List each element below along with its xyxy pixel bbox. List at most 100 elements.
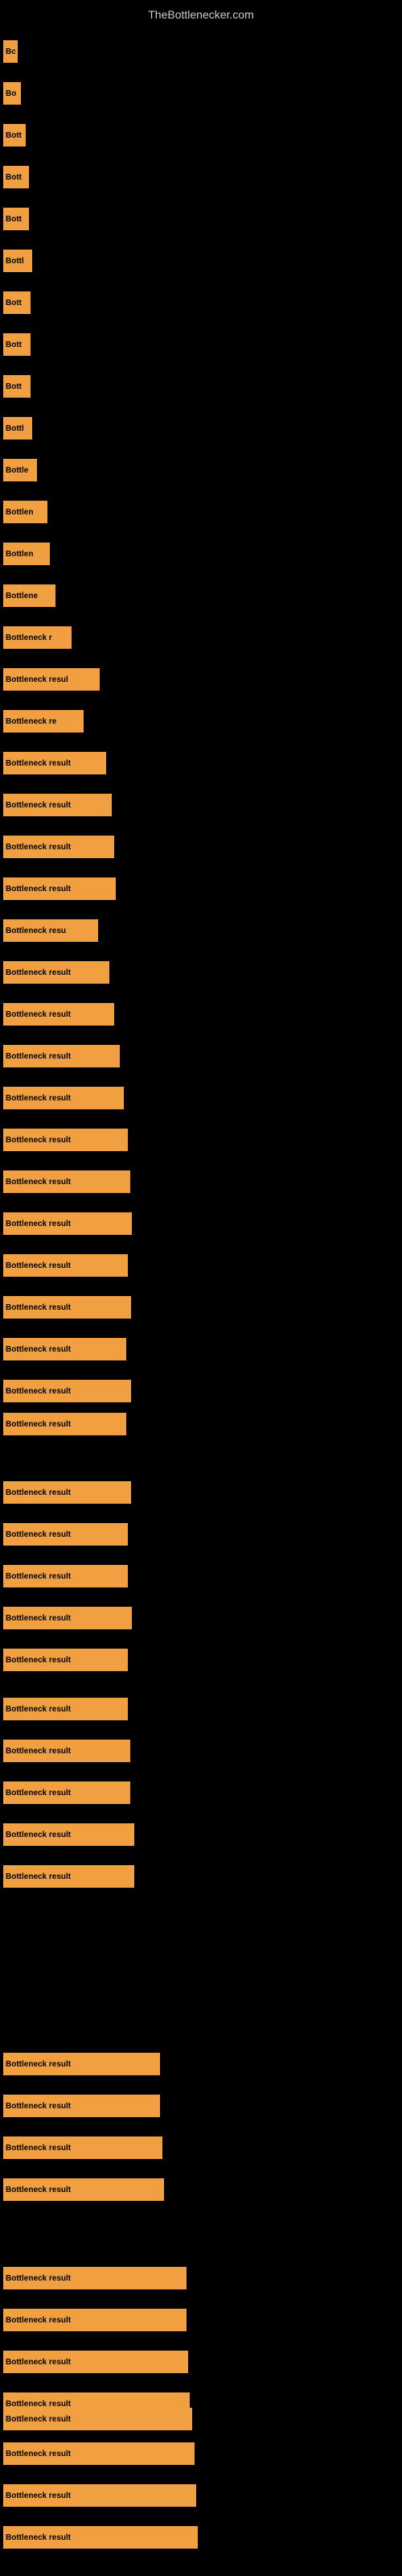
- bar: Bottlene: [3, 584, 55, 607]
- bar-row: Bott: [0, 124, 402, 147]
- bar-row: Bott: [0, 208, 402, 230]
- bar-label: Bottleneck result: [6, 1010, 71, 1019]
- bar-row: Bottleneck result: [0, 1003, 402, 1026]
- bar-label: Bottleneck result: [6, 2316, 71, 2325]
- bar-label: Bottleneck result: [6, 1831, 71, 1839]
- bar-label: Bottleneck result: [6, 1261, 71, 1270]
- bar-label: Bottleneck result: [6, 1420, 71, 1429]
- bar: Bottleneck r: [3, 626, 72, 649]
- bar: Bottleneck result: [3, 1523, 128, 1546]
- bar: Bottleneck result: [3, 2351, 188, 2373]
- bar-row: Bottleneck result: [0, 1649, 402, 1671]
- bar-row: Bottleneck result: [0, 1865, 402, 1888]
- bar-label: Bottlen: [6, 508, 33, 517]
- bar-label: Bottleneck result: [6, 1572, 71, 1581]
- bar: Bottleneck result: [3, 2442, 195, 2465]
- bar-row: Bott: [0, 166, 402, 188]
- bar-row: Bottleneck r: [0, 626, 402, 649]
- bar-row: Bott: [0, 291, 402, 314]
- bar-row: Bottleneck result: [0, 2309, 402, 2331]
- bar-row: Bottleneck result: [0, 1296, 402, 1319]
- bar-label: Bottleneck result: [6, 1656, 71, 1665]
- bar-row: Bottleneck result: [0, 1481, 402, 1504]
- bar-row: Bottleneck result: [0, 961, 402, 984]
- bar-label: Bottleneck result: [6, 2400, 71, 2409]
- bar-row: Bottleneck result: [0, 2484, 402, 2507]
- bar-label: Bottleneck result: [6, 1178, 71, 1187]
- bar: Bottle: [3, 459, 37, 481]
- bar-row: Bottleneck result: [0, 2526, 402, 2549]
- bar-label: Bottleneck result: [6, 1789, 71, 1798]
- bar-row: Bottleneck result: [0, 2267, 402, 2289]
- bar: Bottleneck result: [3, 1170, 130, 1193]
- bar: Bottleneck result: [3, 1740, 130, 1762]
- bar-label: Bottleneck result: [6, 1136, 71, 1145]
- bar-row: Bottleneck result: [0, 752, 402, 774]
- bar: Bottleneck result: [3, 2136, 162, 2159]
- bar: Bottleneck result: [3, 752, 106, 774]
- bar: Bottleneck result: [3, 2053, 160, 2075]
- bar-row: Bottlen: [0, 543, 402, 565]
- bar-label: Bottleneck result: [6, 2274, 71, 2283]
- bar: Bott: [3, 208, 29, 230]
- bar-row: Bottleneck result: [0, 1823, 402, 1846]
- bar-row: Bottleneck result: [0, 794, 402, 816]
- bar: Bottl: [3, 417, 32, 440]
- bar-label: Bottleneck result: [6, 843, 71, 852]
- bar: Bottleneck result: [3, 961, 109, 984]
- bar: Bottleneck result: [3, 2484, 196, 2507]
- bar: Bottleneck result: [3, 1129, 128, 1151]
- bar-row: Bottleneck result: [0, 2095, 402, 2117]
- bar-label: Bottleneck result: [6, 759, 71, 768]
- bar: Bottleneck result: [3, 2309, 187, 2331]
- bar-row: Bottle: [0, 459, 402, 481]
- bar-label: Bottleneck result: [6, 2415, 71, 2424]
- bar-label: Bottlen: [6, 550, 33, 559]
- bar: Bottleneck result: [3, 1781, 130, 1804]
- bar-label: Bottleneck result: [6, 885, 71, 894]
- bar-label: Bottleneck r: [6, 634, 52, 642]
- bar: Bott: [3, 375, 31, 398]
- bar: Bottlen: [3, 543, 50, 565]
- bar-label: Bottleneck result: [6, 968, 71, 977]
- bar-row: Bottleneck result: [0, 1254, 402, 1277]
- bar: Bott: [3, 291, 31, 314]
- bar-row: Bottleneck re: [0, 710, 402, 733]
- bar-label: Bottleneck result: [6, 2358, 71, 2367]
- bar-label: Bottleneck resu: [6, 927, 66, 935]
- bar-row: Bottleneck result: [0, 1380, 402, 1402]
- bar-row: Bottleneck resul: [0, 668, 402, 691]
- bar-label: Bottleneck result: [6, 2186, 71, 2194]
- bar-label: Bottleneck resul: [6, 675, 68, 684]
- bar-row: Bottleneck result: [0, 1523, 402, 1546]
- bar: Bo: [3, 40, 18, 63]
- bar-row: Bottleneck result: [0, 1212, 402, 1235]
- bar: Bottleneck result: [3, 1212, 132, 1235]
- bar: Bottleneck result: [3, 1003, 114, 1026]
- bar-row: Bottl: [0, 417, 402, 440]
- bar-label: Bottlene: [6, 592, 38, 601]
- bar-row: Bottleneck result: [0, 2053, 402, 2075]
- bar: Bottlen: [3, 501, 47, 523]
- bar-label: Bott: [6, 131, 22, 140]
- bar-row: Bott: [0, 375, 402, 398]
- bar-label: Bottleneck result: [6, 1614, 71, 1623]
- bar-label: Bottleneck result: [6, 801, 71, 810]
- bar-row: Bo: [0, 82, 402, 105]
- bar-label: Bott: [6, 341, 22, 349]
- bar: Bottleneck result: [3, 2526, 198, 2549]
- bar-label: Bottleneck result: [6, 1052, 71, 1061]
- bar: Bott: [3, 333, 31, 356]
- bar-label: Bottleneck result: [6, 1705, 71, 1714]
- bar: Bottleneck result: [3, 1380, 131, 1402]
- bar: Bottleneck result: [3, 2408, 192, 2430]
- bar-label: Bottleneck result: [6, 2533, 71, 2542]
- bar-label: Bottleneck result: [6, 2102, 71, 2111]
- bar-row: Bottleneck result: [0, 836, 402, 858]
- bar-label: Bottleneck result: [6, 1220, 71, 1228]
- bar-row: Bottleneck result: [0, 2136, 402, 2159]
- bar-row: Bottleneck result: [0, 1129, 402, 1151]
- bar-label: Bottleneck result: [6, 2450, 71, 2458]
- bar-label: Bottle: [6, 466, 28, 475]
- bar-row: Bottl: [0, 250, 402, 272]
